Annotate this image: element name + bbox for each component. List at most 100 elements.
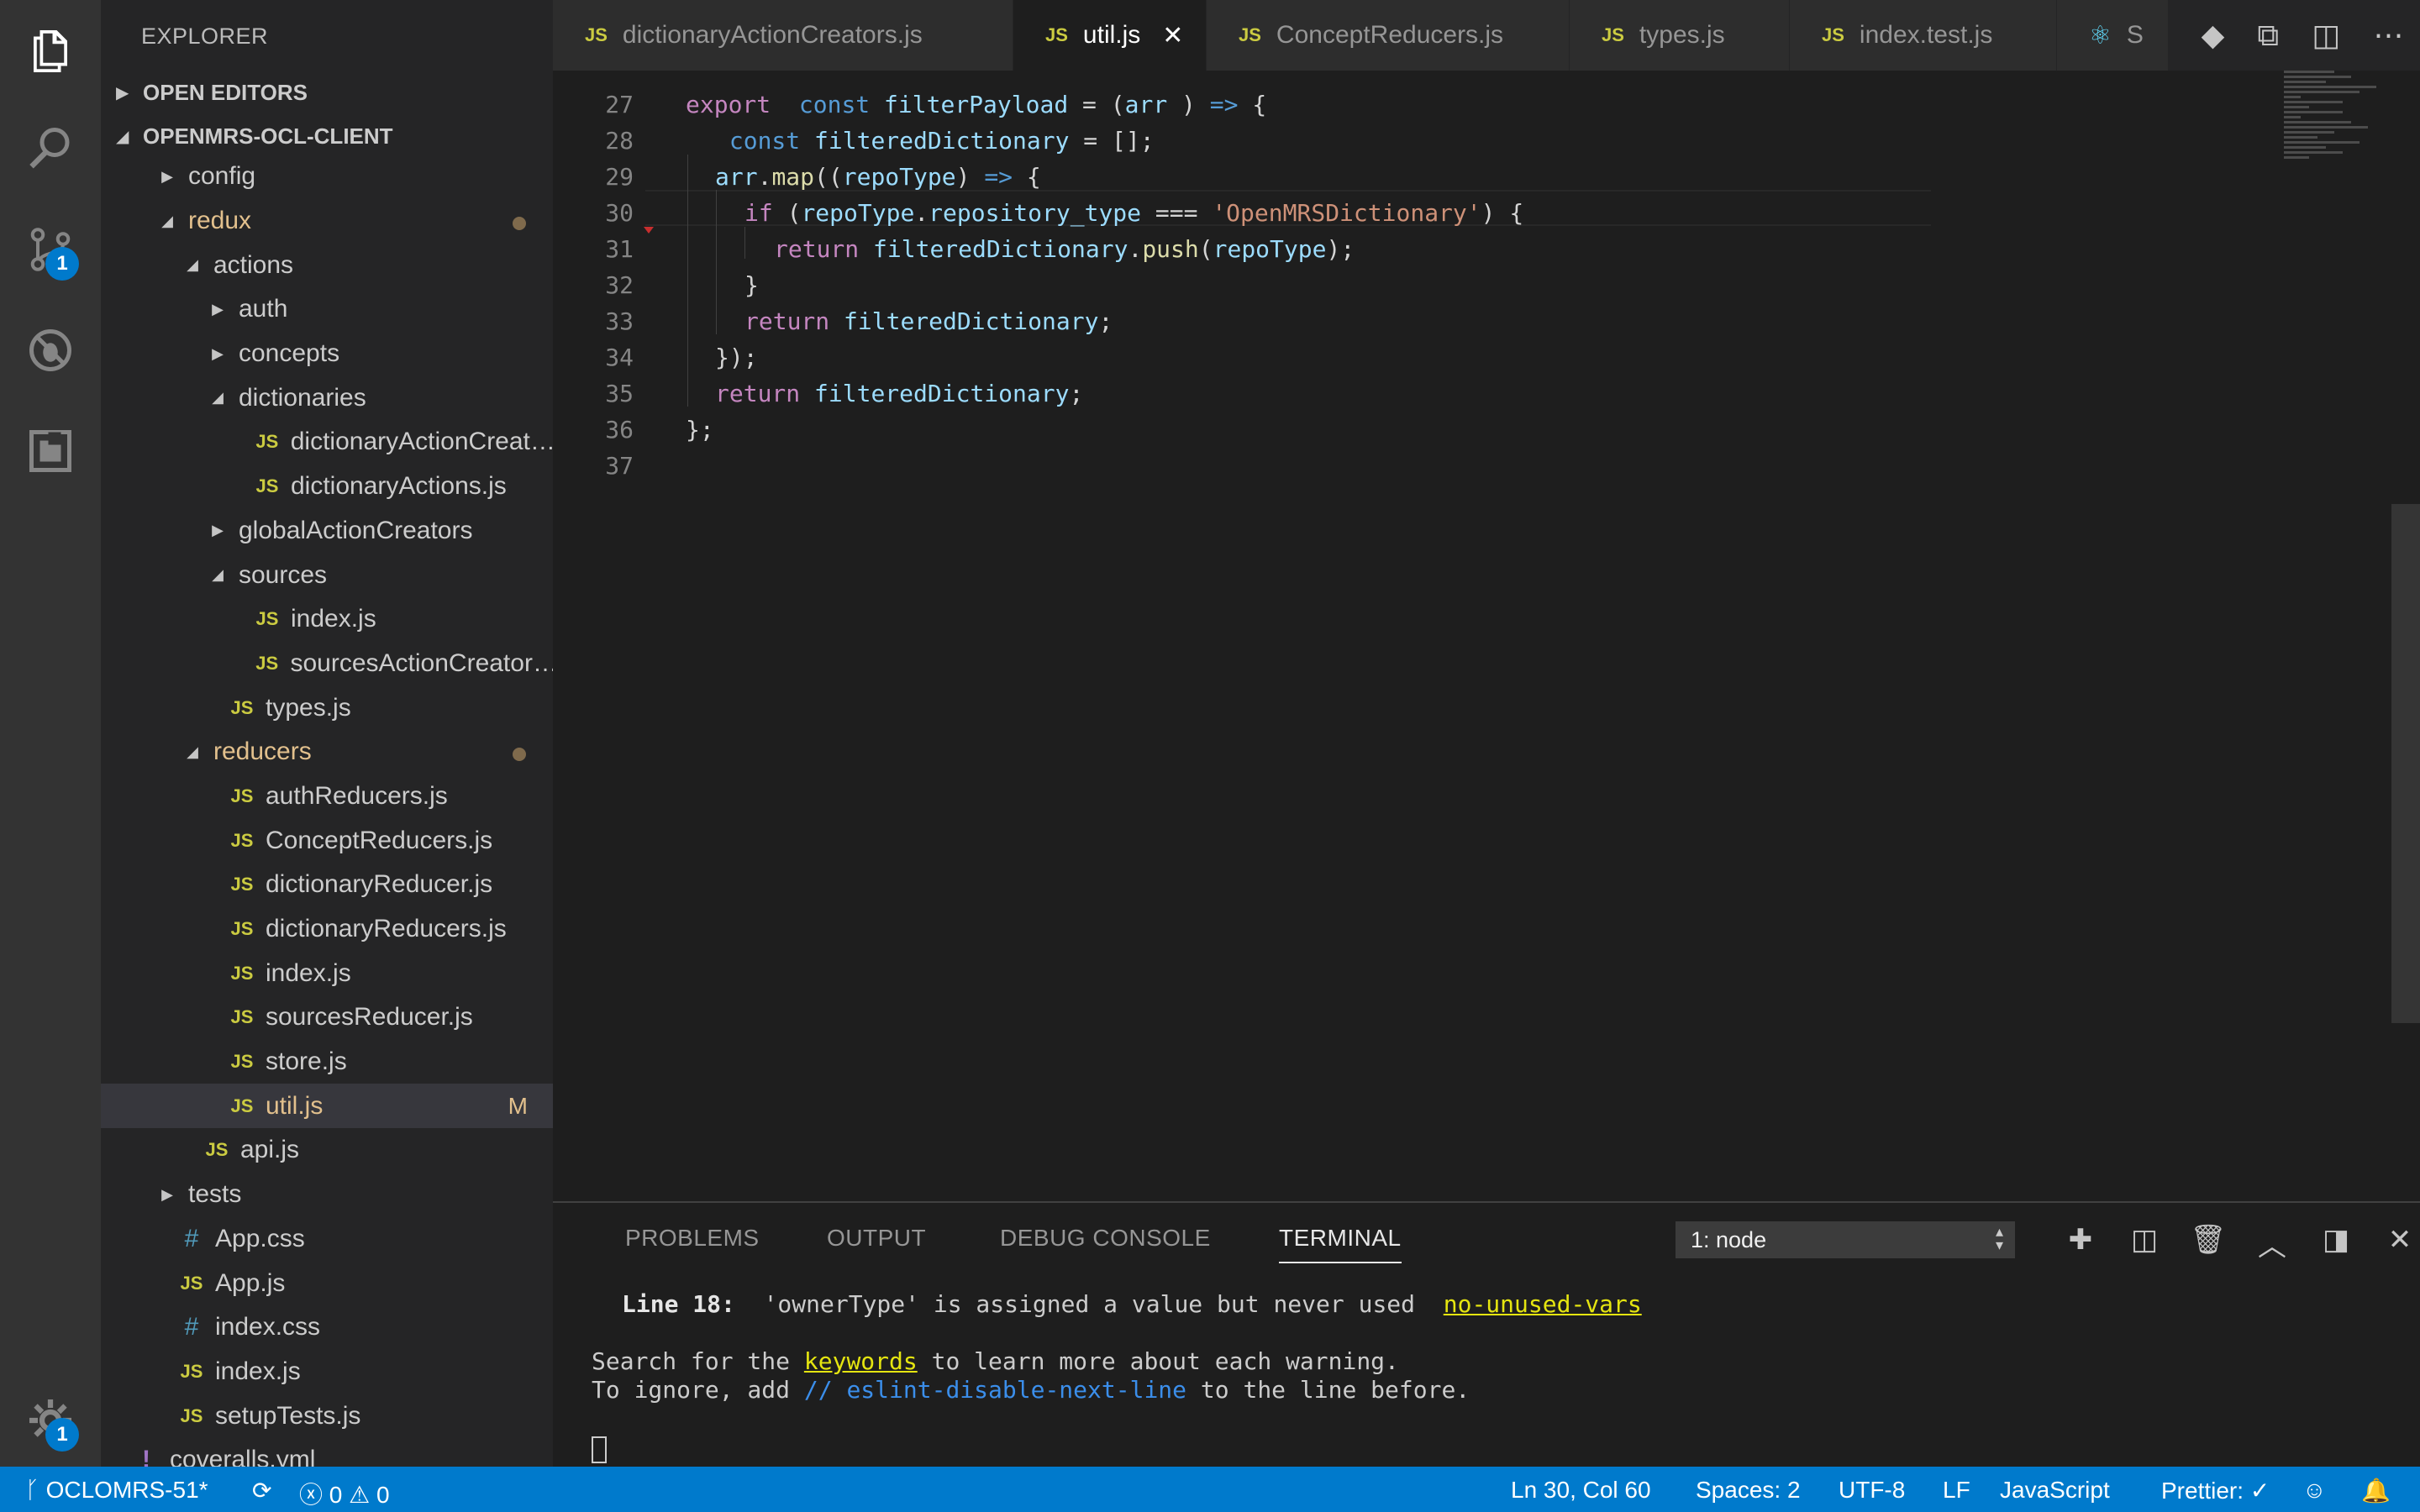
source-control-icon[interactable]: 1 (0, 203, 101, 296)
chevron-up-icon[interactable]: ︿ (2240, 1223, 2304, 1264)
folder-item[interactable]: ◢ reducers (101, 730, 553, 774)
code-token: 'OpenMRSDictionary' (1212, 199, 1481, 227)
terminal-select[interactable]: 1: node ▴ ▾ (1676, 1221, 2015, 1258)
cursor-position[interactable]: Ln 30, Col 60 (1511, 1477, 1651, 1504)
js-file-icon: JS (1602, 24, 1624, 45)
folder-item[interactable]: ▶ globalActionCreators (101, 509, 553, 554)
tree-item-label: config (188, 162, 256, 191)
settings-badge: 1 (45, 1418, 79, 1452)
code-line: return filteredDictionary; (715, 380, 1083, 407)
file-item[interactable]: JS App.js (101, 1261, 553, 1305)
file-item[interactable]: JS sourcesActionCreator… (101, 642, 553, 686)
tab-terminal[interactable]: TERMINAL (1279, 1225, 1402, 1263)
explorer-icon[interactable] (0, 5, 101, 97)
folder-item[interactable]: ◢ dictionaries (101, 375, 553, 420)
extensions-icon[interactable] (0, 405, 101, 497)
file-item[interactable]: JS index.js (101, 951, 553, 995)
bell-icon[interactable]: 🔔 (2361, 1477, 2391, 1504)
split-editor-icon[interactable]: ◫ (2312, 18, 2340, 53)
tab-dictionary-action-creators[interactable]: JS dictionaryActionCreators.js (553, 0, 1013, 71)
folder-item[interactable]: ◢ redux (101, 199, 553, 244)
js-file-icon: JS (180, 1272, 203, 1294)
branch-indicator[interactable]: ᚴ OCLOMRS-51* (25, 1477, 208, 1504)
indentation[interactable]: Spaces: 2 (1696, 1477, 1801, 1504)
open-preview-icon[interactable]: ⧉ (2257, 18, 2279, 54)
file-item[interactable]: JS store.js (101, 1040, 553, 1084)
toggle-panel-icon[interactable]: ◨ (2304, 1223, 2368, 1264)
file-item[interactable]: JS index.js (101, 1350, 553, 1394)
gear-icon[interactable]: 1 (0, 1374, 101, 1467)
line-number: 29 (605, 163, 634, 191)
folder-item[interactable]: ◢ sources (101, 553, 553, 597)
file-item[interactable]: JS sourcesReducer.js (101, 995, 553, 1040)
tree-item-label: api.js (240, 1136, 300, 1164)
tree-item-label: tests (188, 1180, 242, 1209)
tab-util[interactable]: JS util.js ✕ (1013, 0, 1207, 71)
tab-debug-console[interactable]: DEBUG CONSOLE (1000, 1225, 1211, 1252)
tab-index-test[interactable]: JS index.test.js (1790, 0, 2057, 71)
bottom-panel: PROBLEMS OUTPUT DEBUG CONSOLE TERMINAL 1… (553, 1201, 2420, 1467)
tab-types[interactable]: JS types.js (1570, 0, 1790, 71)
tab-label: index.test.js (1859, 21, 1993, 49)
file-item[interactable]: JS api.js (101, 1128, 553, 1173)
problems-indicator[interactable]: ⓧ 0 ⚠ 0 (299, 1477, 390, 1510)
git-compare-icon[interactable]: ◆ (2202, 18, 2225, 53)
folder-item[interactable]: ▶ concepts (101, 332, 553, 376)
code-token: => (1209, 91, 1239, 118)
encoding[interactable]: UTF-8 (1839, 1477, 1905, 1504)
project-section[interactable]: ◢ OPENMRS-OCL-CLIENT (101, 116, 553, 156)
file-item[interactable]: ! coveralls.yml (101, 1438, 553, 1467)
file-item[interactable]: JS setupTests.js (101, 1394, 553, 1438)
file-item[interactable]: JS util.js M (101, 1084, 553, 1129)
code-editor[interactable]: 27 export const filterPayload = (arr ) =>… (553, 71, 2420, 1201)
code-token: => (984, 163, 1013, 191)
minimap[interactable] (2284, 71, 2393, 197)
chevron-down-icon: ◢ (187, 256, 198, 274)
file-item[interactable]: JS dictionaryReducers.js (101, 907, 553, 952)
trash-icon[interactable]: 🗑 (2176, 1223, 2240, 1264)
terminal-rule-link[interactable]: no-unused-vars (1444, 1290, 1642, 1318)
feedback-icon[interactable]: ☺ (2302, 1477, 2327, 1504)
line-ending[interactable]: LF (1943, 1477, 1970, 1504)
tab-concept-reducers[interactable]: JS ConceptReducers.js (1207, 0, 1570, 71)
file-item[interactable]: # App.css (101, 1217, 553, 1262)
code-token: const (729, 127, 801, 155)
tab-label: S (2126, 21, 2144, 49)
close-panel-icon[interactable]: ✕ (2368, 1223, 2420, 1264)
prettier-status[interactable]: Prettier: ✓ (2161, 1477, 2270, 1504)
language-mode[interactable]: JavaScript (2000, 1477, 2110, 1504)
file-item[interactable]: JS index.js (101, 597, 553, 642)
code-line: const filteredDictionary = []; (715, 127, 1155, 155)
js-file-icon: JS (180, 1404, 203, 1426)
folder-item[interactable]: ◢ actions (101, 243, 553, 287)
error-count: 0 (329, 1482, 343, 1508)
file-item[interactable]: JS dictionaryActionCreat… (101, 420, 553, 465)
sync-icon[interactable]: ⟳ (252, 1477, 271, 1504)
search-icon[interactable] (0, 102, 101, 195)
status-bar: ᚴ OCLOMRS-51* ⟳ ⓧ 0 ⚠ 0 Ln 30, Col 60 Sp… (0, 1467, 2420, 1512)
file-item[interactable]: JS dictionaryReducer.js (101, 863, 553, 907)
open-editors-section[interactable]: ▶ OPEN EDITORS (101, 72, 553, 113)
folder-item[interactable]: ▶ tests (101, 1173, 553, 1217)
folder-item[interactable]: ▶ auth (101, 287, 553, 332)
file-item[interactable]: JS types.js (101, 685, 553, 730)
tab-output[interactable]: OUTPUT (827, 1225, 926, 1252)
add-terminal-icon[interactable]: ✚ (2049, 1223, 2112, 1264)
code-token: ; (1098, 307, 1113, 335)
folder-item[interactable]: ▶ config (101, 155, 553, 199)
terminal-keywords-link[interactable]: keywords (804, 1347, 918, 1375)
file-item[interactable]: JS dictionaryActions.js (101, 465, 553, 509)
tab-problems[interactable]: PROBLEMS (625, 1225, 760, 1252)
js-file-icon: JS (230, 962, 254, 984)
debug-icon[interactable] (0, 304, 101, 396)
close-icon[interactable]: ✕ (1162, 21, 1183, 50)
line-number: 33 (605, 307, 634, 335)
split-terminal-icon[interactable]: ◫ (2112, 1223, 2176, 1264)
file-item[interactable]: # index.css (101, 1305, 553, 1350)
more-actions-icon[interactable]: ⋯ (2373, 18, 2403, 53)
vertical-scrollbar[interactable] (2391, 504, 2420, 1023)
file-item[interactable]: JS authReducers.js (101, 774, 553, 819)
code-token: = []; (1069, 127, 1155, 155)
file-item[interactable]: JS ConceptReducers.js (101, 818, 553, 863)
